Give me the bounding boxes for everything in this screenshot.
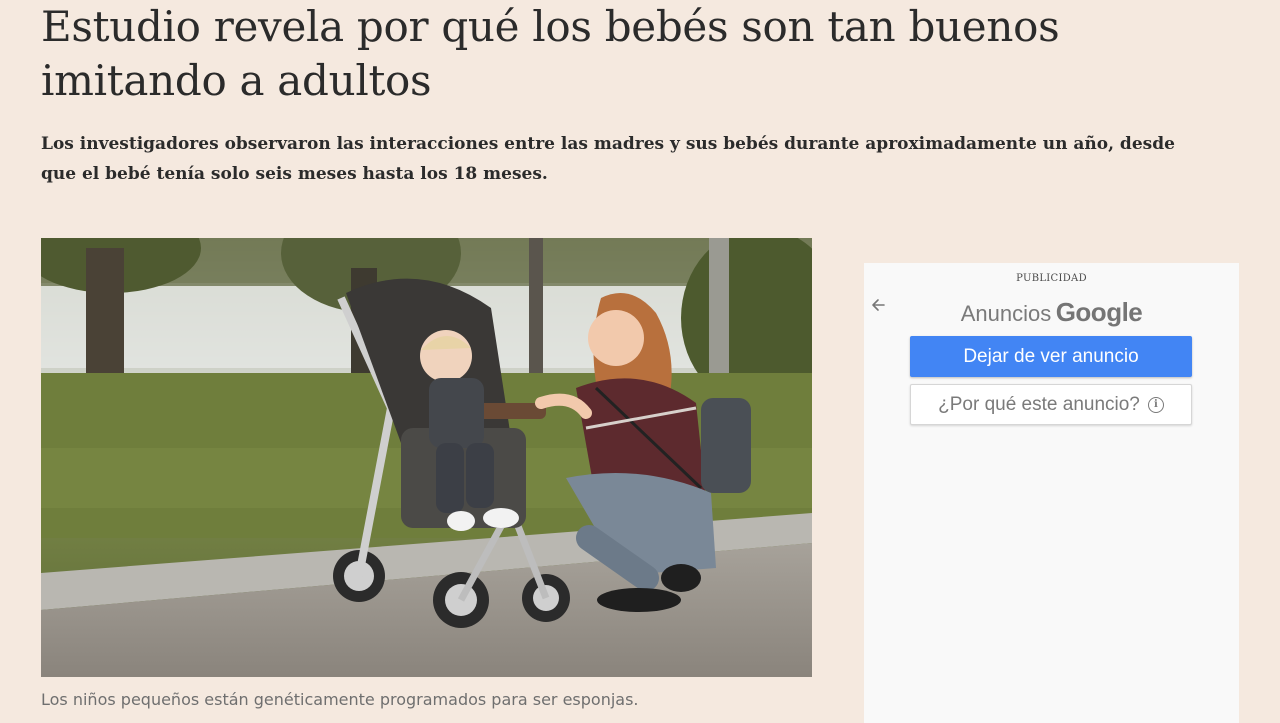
article-photo (41, 238, 812, 677)
ad-panel: PUBLICIDAD Anuncios Google Dejar de ver … (864, 263, 1239, 723)
photo-caption: Los niños pequeños están genéticamente p… (41, 690, 639, 709)
why-this-ad-button[interactable]: ¿Por qué este anuncio? i (910, 384, 1192, 425)
google-logo: Google (1055, 297, 1143, 327)
ad-brand-prefix: Anuncios (960, 301, 1052, 326)
article-headline: Estudio revela por qué los bebés son tan… (41, 2, 1060, 105)
ad-brand: Anuncios Google (864, 297, 1239, 328)
info-icon: i (1147, 396, 1164, 413)
why-this-ad-label: ¿Por qué este anuncio? (938, 393, 1140, 415)
ad-label: PUBLICIDAD (1016, 273, 1087, 284)
article-lede: Los investigadores observaron las intera… (41, 134, 1175, 184)
stop-seeing-ad-button[interactable]: Dejar de ver anuncio (910, 336, 1192, 377)
